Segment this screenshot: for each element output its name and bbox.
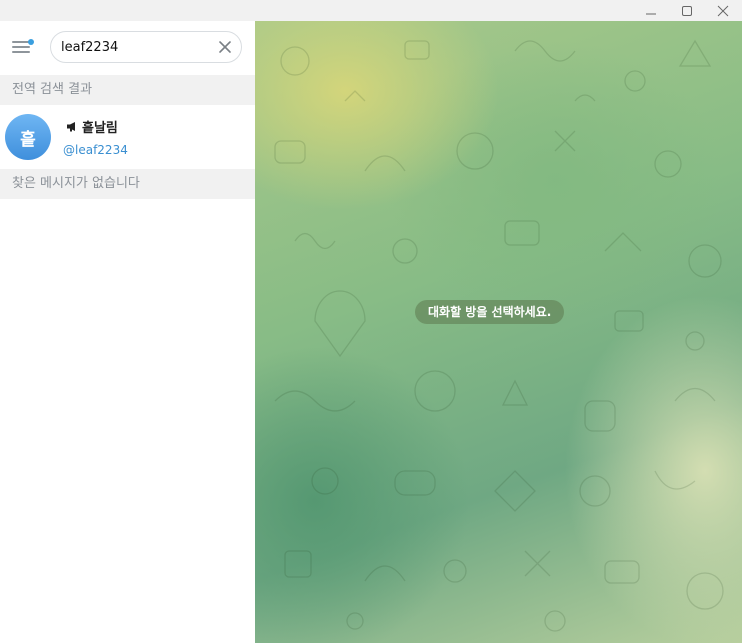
megaphone-icon [67, 122, 75, 132]
clear-search-icon[interactable] [217, 39, 233, 55]
doodle-pattern [274, 39, 724, 632]
close-icon [717, 5, 729, 16]
avatar: 흩 [5, 114, 51, 160]
window-titlebar [0, 0, 742, 21]
result-name: 흩날림 [82, 121, 118, 136]
result-username: @leaf2234 [63, 143, 128, 157]
maximize-icon [682, 5, 692, 16]
search-box [50, 31, 242, 63]
search-result-item[interactable]: 흩 흩날림 @leaf2234 [0, 108, 255, 169]
unread-dot [28, 39, 34, 45]
main-menu-button[interactable] [8, 34, 38, 60]
select-chat-placeholder: 대화할 방을 선택하세요. [415, 300, 565, 324]
result-title: 흩날림 [66, 117, 118, 136]
minimize-icon [646, 13, 656, 14]
section-global-results: 전역 검색 결과 [0, 75, 255, 105]
close-window-button[interactable] [705, 0, 741, 21]
minimize-button[interactable] [633, 0, 669, 21]
chat-area: 대화할 방을 선택하세요. [255, 21, 742, 643]
search-input[interactable] [61, 37, 211, 57]
section-no-messages: 찾은 메시지가 없습니다 [0, 169, 255, 199]
maximize-button[interactable] [669, 0, 705, 21]
sidebar: 전역 검색 결과 흩 흩날림 @leaf2234 찾은 메시지가 없습니다 [0, 21, 255, 643]
